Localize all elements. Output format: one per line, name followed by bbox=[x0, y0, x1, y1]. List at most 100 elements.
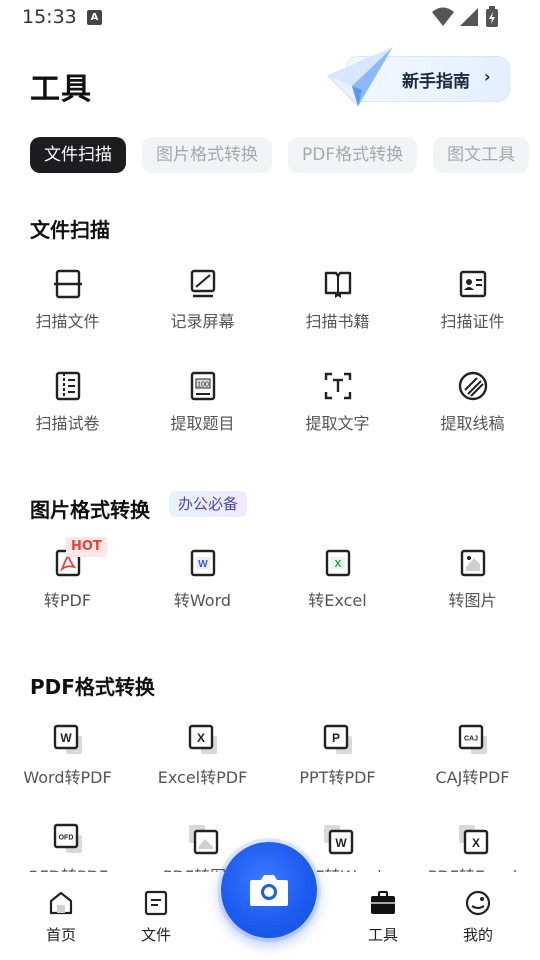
hot-badge: HOT bbox=[66, 537, 107, 557]
tool-label: 转PDF bbox=[43, 591, 92, 610]
nav-label: 工具 bbox=[367, 926, 398, 944]
extract-text-icon bbox=[324, 372, 352, 400]
tool-label: 提取线稿 bbox=[440, 414, 505, 433]
pdf-row-1: W Word转PDF X Excel转PDF P PPT转PDF CAJ CAJ… bbox=[0, 724, 540, 808]
status-time: 15:33 bbox=[22, 6, 77, 28]
excel-glyph: X bbox=[335, 559, 342, 570]
tab-image-convert[interactable]: 图片格式转换 bbox=[142, 137, 272, 173]
office-essential-badge: 办公必备 bbox=[169, 491, 248, 517]
section-title-scan: 文件扫描 bbox=[30, 218, 110, 242]
word-glyph: W bbox=[335, 836, 347, 850]
image-file-icon bbox=[460, 549, 486, 577]
guide-label: 新手指南 bbox=[402, 72, 470, 92]
nav-home[interactable]: 首页 bbox=[26, 888, 96, 948]
paper-plane-icon bbox=[327, 46, 394, 107]
tool-scan-exam[interactable]: 扫描试卷 bbox=[0, 370, 135, 454]
caj-to-pdf-icon: CAJ bbox=[458, 724, 487, 754]
word-to-pdf-icon: W bbox=[53, 724, 82, 754]
ofd-glyph: OFD bbox=[59, 835, 74, 842]
caj-glyph: CAJ bbox=[464, 736, 478, 743]
tool-label: 转图片 bbox=[448, 591, 497, 610]
tool-extract-questions[interactable]: 100 提取题目 bbox=[135, 370, 270, 454]
tool-scan-book[interactable]: 扫描书籍 bbox=[270, 268, 405, 352]
nav-files[interactable]: 文件 bbox=[121, 888, 191, 948]
section-title-pdf: PDF格式转换 bbox=[30, 675, 155, 699]
tab-pdf-convert[interactable]: PDF格式转换 bbox=[288, 137, 418, 173]
wifi-icon bbox=[432, 7, 454, 26]
tool-label: Excel转PDF bbox=[157, 768, 248, 787]
nav-tools[interactable]: 工具 bbox=[348, 888, 418, 948]
tool-caj-to-pdf[interactable]: CAJ CAJ转PDF bbox=[405, 724, 540, 808]
tool-excel-to-pdf[interactable]: X Excel转PDF bbox=[135, 724, 270, 808]
tool-label: 扫描试卷 bbox=[35, 414, 100, 433]
tool-pdf-to-excel[interactable]: X PDF转Excel bbox=[405, 823, 540, 877]
line-art-icon bbox=[458, 371, 488, 401]
excel-file-icon: X bbox=[325, 549, 351, 577]
tool-label: 扫描书籍 bbox=[305, 312, 370, 331]
scan-row-2: 扫描试卷 100 提取题目 提取文字 提取线稿 bbox=[0, 370, 540, 454]
record-screen-icon bbox=[190, 269, 216, 298]
tab-file-scan[interactable]: 文件扫描 bbox=[30, 137, 126, 173]
battery-icon bbox=[486, 6, 498, 27]
tool-label: Word转PDF bbox=[23, 768, 112, 787]
tool-to-image[interactable]: 转图片 bbox=[405, 547, 540, 631]
word-glyph: W bbox=[198, 559, 208, 570]
extract-questions-icon: 100 bbox=[190, 371, 216, 401]
word-file-icon: W bbox=[190, 549, 216, 577]
tool-extract-lineart[interactable]: 提取线稿 bbox=[405, 370, 540, 454]
exam-score-glyph: 100 bbox=[197, 382, 209, 389]
tool-label: 扫描文件 bbox=[35, 312, 100, 331]
scan-row-1: 扫描文件 记录屏幕 扫描书籍 扫描证件 bbox=[0, 268, 540, 352]
tool-label: 记录屏幕 bbox=[170, 312, 235, 331]
tool-word-to-pdf[interactable]: W Word转PDF bbox=[0, 724, 135, 808]
tool-scan-id-card[interactable]: 扫描证件 bbox=[405, 268, 540, 352]
tool-to-excel[interactable]: X 转Excel bbox=[270, 547, 405, 631]
tool-ppt-to-pdf[interactable]: P PPT转PDF bbox=[270, 724, 405, 808]
excel-glyph: X bbox=[197, 731, 205, 745]
scan-document-icon bbox=[54, 269, 82, 299]
tool-label: 提取题目 bbox=[170, 414, 235, 433]
pdf-to-image-icon bbox=[189, 825, 219, 855]
nav-mine[interactable]: 我的 bbox=[443, 888, 513, 948]
excel-to-pdf-icon: X bbox=[188, 724, 217, 754]
tool-to-word[interactable]: W 转Word bbox=[135, 547, 270, 631]
nav-label: 我的 bbox=[462, 926, 493, 944]
section-title-image: 图片格式转换 bbox=[30, 498, 150, 522]
tab-image-text-tools[interactable]: 图文工具 bbox=[433, 137, 530, 173]
tool-extract-text[interactable]: 提取文字 bbox=[270, 370, 405, 454]
exam-paper-icon bbox=[55, 371, 81, 401]
signal-icon bbox=[460, 8, 478, 26]
status-bar: 15:33 A bbox=[0, 0, 540, 34]
tool-scan-document[interactable]: 扫描文件 bbox=[0, 268, 135, 352]
tool-ofd-to-pdf[interactable]: OFD OFD转PDF bbox=[0, 823, 135, 877]
category-tabs: 文件扫描 图片格式转换 PDF格式转换 图文工具 bbox=[30, 137, 540, 173]
tool-to-pdf[interactable]: HOT 转PDF bbox=[0, 537, 135, 631]
nav-label: 首页 bbox=[45, 926, 76, 944]
pdf-to-word-icon: W bbox=[324, 825, 354, 855]
file-icon bbox=[144, 890, 168, 916]
book-icon bbox=[324, 271, 352, 298]
id-card-icon bbox=[459, 270, 487, 298]
tool-record-screen[interactable]: 记录屏幕 bbox=[135, 268, 270, 352]
tool-label: 转Word bbox=[173, 591, 232, 610]
ofd-to-pdf-icon: OFD bbox=[53, 823, 82, 853]
excel-glyph: X bbox=[472, 836, 480, 850]
tool-label: 提取文字 bbox=[305, 414, 370, 433]
word-glyph: W bbox=[60, 731, 72, 745]
tool-label: 扫描证件 bbox=[440, 312, 505, 331]
ppt-glyph: P bbox=[332, 731, 340, 745]
profile-icon bbox=[465, 890, 491, 916]
camera-icon bbox=[250, 875, 288, 906]
system-status-icons bbox=[432, 6, 498, 27]
beginner-guide-button[interactable]: 新手指南 › bbox=[322, 46, 518, 110]
home-icon bbox=[49, 891, 73, 915]
image-row: HOT 转PDF W 转Word X 转Excel 转图片 bbox=[0, 537, 540, 631]
nav-label: 文件 bbox=[140, 926, 171, 944]
tool-label: PPT转PDF bbox=[299, 768, 376, 787]
toolbox-icon bbox=[371, 891, 395, 914]
notification-icon: A bbox=[87, 10, 102, 25]
tool-label: CAJ转PDF bbox=[435, 768, 510, 787]
ppt-to-pdf-icon: P bbox=[323, 724, 352, 754]
camera-scan-button[interactable] bbox=[221, 842, 317, 938]
chevron-right-icon: › bbox=[484, 67, 491, 86]
